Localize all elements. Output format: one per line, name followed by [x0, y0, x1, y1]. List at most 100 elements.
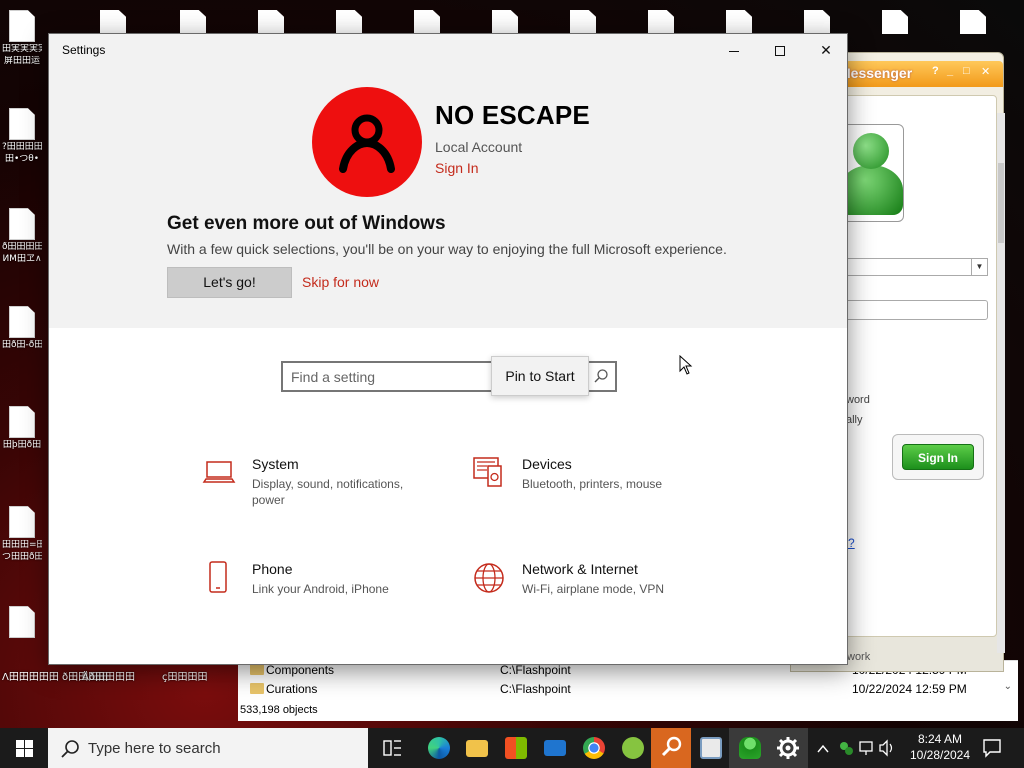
- taskbar-app-settings[interactable]: [768, 728, 808, 768]
- taskbar-app-store[interactable]: [495, 728, 535, 768]
- taskbar-clock[interactable]: 8:24 AM 10/28/2024: [898, 731, 982, 763]
- system-tray: [810, 728, 896, 768]
- desktop-icon-label: 田ð田-ð田: [2, 340, 42, 350]
- laptop-icon: [202, 461, 236, 483]
- taskbar-app-search-tool[interactable]: [651, 728, 691, 768]
- taskbar-app-chrome[interactable]: [573, 728, 613, 768]
- folder-icon: [250, 664, 264, 675]
- search-input[interactable]: [291, 367, 491, 387]
- file-name: Components: [266, 663, 335, 677]
- maximize-icon: [775, 46, 785, 57]
- desktop-icon[interactable]: 田実実実実 屏田田运: [2, 10, 42, 66]
- file-icon: [9, 606, 35, 638]
- account-signin-link[interactable]: Sign In: [435, 160, 479, 176]
- start-button[interactable]: [0, 728, 48, 768]
- category-desc: Bluetooth, printers, mouse: [522, 477, 663, 491]
- file-icon[interactable]: [570, 10, 596, 34]
- account-name: NO ESCAPE: [435, 100, 590, 130]
- desktop-icon-label: 屏田田运: [3, 56, 40, 66]
- action-center-button[interactable]: [972, 728, 1012, 768]
- sign-in-auto-label: ally: [846, 414, 863, 426]
- table-row[interactable]: Curations C:\Flashpoint 10/22/2024 12:59…: [244, 680, 1004, 699]
- skip-for-now-link[interactable]: Skip for now: [302, 274, 379, 290]
- gear-icon: [777, 737, 799, 759]
- help-button[interactable]: ?: [932, 65, 939, 77]
- file-icon: [9, 10, 35, 42]
- file-name: Curations: [266, 682, 318, 696]
- file-icon[interactable]: [180, 10, 206, 34]
- taskbar-search[interactable]: Type here to search: [48, 728, 368, 768]
- desktop-icon[interactable]: 田田田=田田 つ田田ð田: [2, 506, 42, 562]
- taskbar-app-edge[interactable]: [418, 728, 458, 768]
- folder-icon: [466, 740, 488, 757]
- file-icon[interactable]: [100, 10, 126, 34]
- desktop-icon[interactable]: 田þ田ð田: [2, 406, 42, 450]
- account-type: Local Account: [435, 139, 523, 155]
- app-window-icon: [700, 737, 722, 759]
- search-icon[interactable]: [593, 368, 609, 384]
- file-icon[interactable]: [726, 10, 752, 34]
- maximize-button[interactable]: [757, 34, 803, 66]
- lets-go-button[interactable]: Let's go!: [167, 267, 292, 298]
- messenger-signin-button[interactable]: Sign In: [902, 444, 974, 470]
- file-icon[interactable]: [258, 10, 284, 34]
- help-link[interactable]: ?: [848, 536, 855, 550]
- desktop-icon[interactable]: 田ð田-ð田: [2, 306, 42, 350]
- category-desc: Wi-Fi, airplane mode, VPN: [522, 582, 665, 596]
- user-icon: [339, 114, 395, 173]
- settings-titlebar[interactable]: Settings ✕: [49, 34, 847, 66]
- task-view-button[interactable]: [372, 728, 412, 768]
- file-icon[interactable]: [804, 10, 830, 34]
- taskbar-app-flashpoint[interactable]: [612, 728, 652, 768]
- taskbar-app-messenger[interactable]: [729, 728, 769, 768]
- file-icon: [9, 406, 35, 438]
- globe-icon: [474, 563, 504, 593]
- network-icon: [859, 741, 873, 752]
- windows-logo-icon: [16, 749, 24, 757]
- close-button[interactable]: ✕: [803, 34, 847, 66]
- minimize-button[interactable]: _: [947, 65, 953, 77]
- search-icon: [61, 740, 79, 758]
- flashpoint-icon: [622, 737, 644, 759]
- clock-date: 10/28/2024: [909, 748, 971, 762]
- taskbar-app-file-explorer[interactable]: [456, 728, 496, 768]
- promo-text: With a few quick selections, you'll be o…: [167, 241, 727, 257]
- scrollbar[interactable]: [997, 113, 1005, 653]
- file-path: C:\Flashpoint: [500, 682, 571, 696]
- desktop-icon[interactable]: ?田田田田 田•つθ•: [2, 108, 42, 164]
- minimize-button[interactable]: [711, 34, 757, 66]
- buddy-icon: [839, 165, 903, 215]
- desktop-icon-label: Äð田田田田: [82, 672, 135, 683]
- category-name: Phone: [252, 561, 293, 577]
- file-icon[interactable]: [414, 10, 440, 34]
- file-icon[interactable]: [492, 10, 518, 34]
- chevron-down-icon[interactable]: ▼: [971, 259, 987, 275]
- minimize-icon: [729, 50, 739, 52]
- desktop-icon[interactable]: [2, 606, 42, 638]
- file-icon[interactable]: [336, 10, 362, 34]
- windows-logo-icon: [25, 740, 33, 748]
- taskbar-app-window[interactable]: [690, 728, 730, 768]
- windows-logo-icon: [16, 740, 24, 748]
- close-button[interactable]: ✕: [981, 65, 990, 78]
- maximize-button[interactable]: □: [963, 65, 970, 77]
- file-icon[interactable]: [648, 10, 674, 34]
- category-desc: Display, sound, notifications, power: [252, 477, 404, 507]
- taskbar-app-mail[interactable]: [534, 728, 574, 768]
- file-icon[interactable]: [960, 10, 986, 34]
- category-name: System: [252, 456, 299, 472]
- status-bar: 533,198 objects: [238, 701, 1018, 721]
- tray-icons: [817, 739, 893, 757]
- phone-icon: [209, 561, 227, 593]
- avatar[interactable]: [312, 87, 422, 197]
- scrollbar-thumb[interactable]: [998, 163, 1004, 243]
- pin-to-start-tooltip[interactable]: Pin to Start: [491, 356, 589, 396]
- chrome-icon: [583, 737, 605, 759]
- file-icon[interactable]: [882, 10, 908, 34]
- desktop-icon-label: 田þ田ð田: [2, 440, 42, 450]
- desktop-icon-label: ?田田田田: [2, 142, 42, 152]
- file-date: 10/22/2024 12:59 PM: [852, 682, 967, 696]
- desktop-icon[interactable]: ð田田田田 ЙМ田ヱ∧: [2, 208, 42, 264]
- scroll-down-icon[interactable]: ⌄: [1004, 681, 1012, 692]
- signin-frame: Sign In: [892, 434, 984, 480]
